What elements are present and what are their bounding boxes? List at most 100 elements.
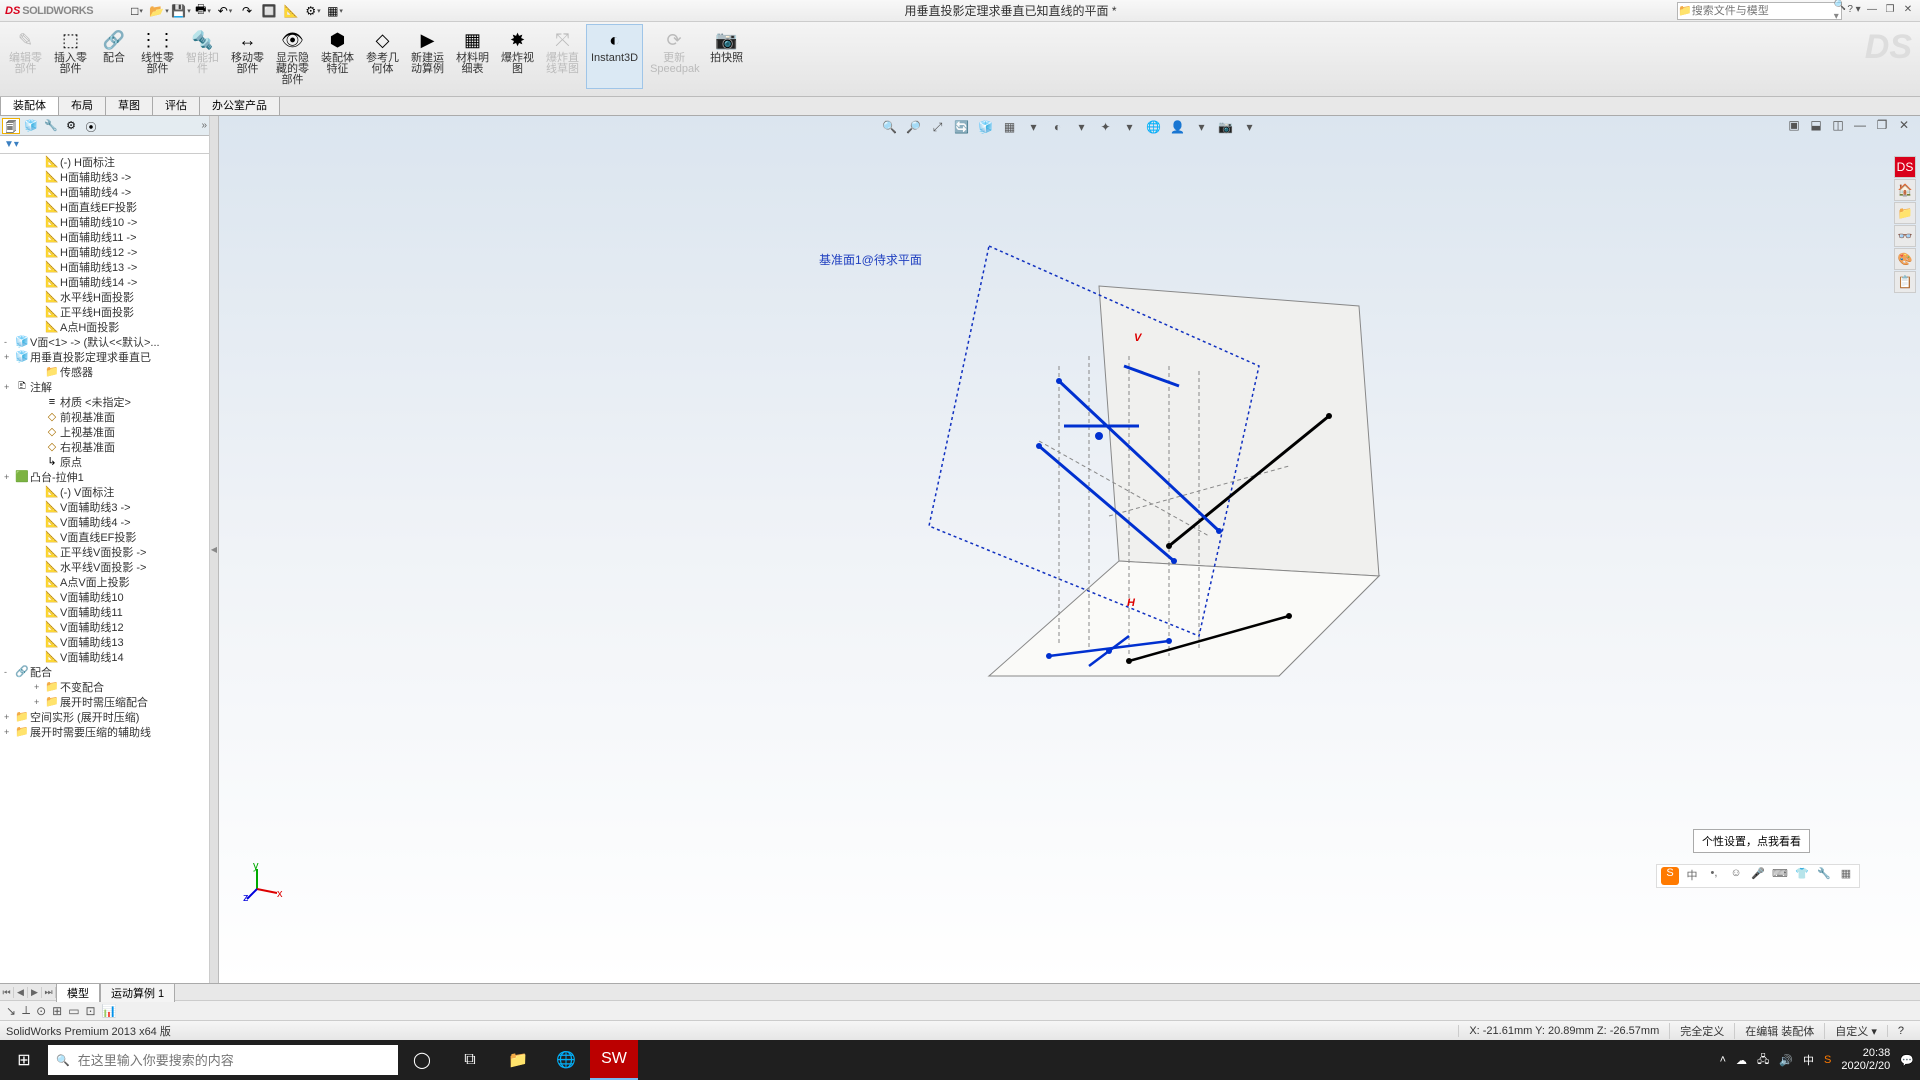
cm-tab-3[interactable]: 评估 — [152, 94, 200, 115]
tree-node[interactable]: 📐(-) V面标注 — [0, 484, 209, 499]
system-tray[interactable]: ˄ ☁ 🖧 🔊 中 S 20:38 2020/2/20 💬 — [1720, 1047, 1920, 1073]
tree-node[interactable]: 📐V面辅助线11 — [0, 604, 209, 619]
tree-node[interactable]: 📁传感器 — [0, 364, 209, 379]
ribbon-bom[interactable]: ▦材料明细表 — [451, 24, 494, 89]
view-btn-14[interactable]: 📷 — [1216, 120, 1236, 138]
qat-undo[interactable]: ↶ — [216, 2, 234, 20]
view-btn-9[interactable]: ✦ — [1096, 120, 1116, 138]
tree-node[interactable]: +🗈注解 — [0, 379, 209, 394]
view-btn-6[interactable]: ▾ — [1024, 120, 1044, 138]
tree-node[interactable]: +📁空间实形 (展开时压缩) — [0, 709, 209, 724]
expand-icon[interactable]: - — [4, 337, 14, 347]
vp-single-icon[interactable]: ▣ — [1784, 118, 1804, 136]
taskpane-library-icon[interactable]: 🏠 — [1894, 179, 1916, 201]
ribbon-exploded-view[interactable]: ✸爆炸视图 — [496, 24, 539, 89]
snap-5-icon[interactable]: ▭ — [68, 1004, 79, 1018]
tab-model[interactable]: 模型 — [56, 983, 100, 1002]
ribbon-snapshot[interactable]: 📷拍快照 — [705, 24, 748, 89]
fm-tab-display[interactable]: ⦿ — [82, 118, 100, 134]
ime-skin-icon[interactable]: 👕 — [1793, 867, 1811, 885]
tree-node[interactable]: 📐H面辅助线3 -> — [0, 169, 209, 184]
tab-prev-icon[interactable]: ◀ — [14, 987, 28, 998]
tree-node[interactable]: +🟩凸台-拉伸1 — [0, 469, 209, 484]
view-btn-3[interactable]: 🔄 — [952, 120, 972, 138]
ribbon-move-component[interactable]: ↔移动零部件 — [226, 24, 269, 89]
tree-node[interactable]: +📁展开时需压缩配合 — [0, 694, 209, 709]
tab-motion-study[interactable]: 运动算例 1 — [100, 983, 175, 1002]
tree-node[interactable]: 📐(-) H面标注 — [0, 154, 209, 169]
taskpane-view-icon[interactable]: 👓 — [1894, 225, 1916, 247]
snap-7-icon[interactable]: 📊 — [102, 1004, 117, 1018]
tree-node[interactable]: 📐H面辅助线10 -> — [0, 214, 209, 229]
cm-tab-2[interactable]: 草图 — [105, 94, 153, 115]
ribbon-new-motion[interactable]: ▶新建运动算例 — [406, 24, 449, 89]
view-btn-4[interactable]: 🧊 — [976, 120, 996, 138]
qat-save[interactable]: 💾 — [172, 2, 190, 20]
view-btn-1[interactable]: 🔎 — [904, 120, 924, 138]
tree-node[interactable]: 📐V面直线EF投影 — [0, 529, 209, 544]
feature-tree[interactable]: 📐(-) H面标注📐H面辅助线3 ->📐H面辅助线4 ->📐H面直线EF投影📐H… — [0, 154, 209, 983]
windows-taskbar[interactable]: ⊞ 🔍 ◯ ⧉ 📁 🌐 SW ˄ ☁ 🖧 🔊 中 S 20:38 2020/2/… — [0, 1040, 1920, 1080]
ribbon-insert-component[interactable]: ⬚插入零部件 — [49, 24, 92, 89]
view-btn-7[interactable]: ◐ — [1048, 120, 1068, 138]
windows-search-input[interactable] — [78, 1053, 390, 1068]
notification-icon[interactable]: 💬 — [1900, 1054, 1914, 1067]
expand-icon[interactable]: - — [4, 667, 14, 677]
tree-node[interactable]: ◇前视基准面 — [0, 409, 209, 424]
minimize-button[interactable]: — — [1864, 4, 1880, 18]
tree-node[interactable]: 📐A点V面上投影 — [0, 574, 209, 589]
fm-filter-bar[interactable]: ▼▾ — [0, 136, 209, 154]
cm-tab-4[interactable]: 办公室产品 — [199, 94, 280, 115]
solidworks-taskbar-icon[interactable]: SW — [590, 1040, 638, 1080]
view-btn-8[interactable]: ▾ — [1072, 120, 1092, 138]
fm-expand-icon[interactable]: » — [201, 120, 207, 131]
qat-new[interactable]: □ — [128, 2, 146, 20]
view-btn-5[interactable]: ▦ — [1000, 120, 1020, 138]
search-box[interactable]: 📁 🔍▾ — [1677, 2, 1842, 20]
tree-node[interactable]: 📐H面辅助线12 -> — [0, 244, 209, 259]
ribbon-assembly-feature[interactable]: ⬢装配体特征 — [316, 24, 359, 89]
tree-node[interactable]: ◇上视基准面 — [0, 424, 209, 439]
tree-node[interactable]: ↳原点 — [0, 454, 209, 469]
expand-icon[interactable]: + — [34, 682, 44, 692]
expand-icon[interactable]: + — [4, 382, 14, 392]
snap-2-icon[interactable]: ⟂ — [22, 1003, 30, 1018]
search-icon[interactable]: 🔍▾ — [1834, 0, 1846, 22]
tree-node[interactable]: 📐H面辅助线11 -> — [0, 229, 209, 244]
tree-node[interactable]: -🔗配合 — [0, 664, 209, 679]
model-viewport[interactable]: V H — [569, 206, 1569, 766]
expand-icon[interactable]: + — [4, 352, 14, 362]
view-btn-10[interactable]: ▾ — [1120, 120, 1140, 138]
view-btn-13[interactable]: ▾ — [1192, 120, 1212, 138]
ime-floating-toolbar[interactable]: S 中 •, ☺ 🎤 ⌨ 👕 🔧 ▦ — [1656, 864, 1860, 888]
tray-ime-icon[interactable]: 中 — [1803, 1052, 1814, 1068]
task-view-icon[interactable]: ⧉ — [446, 1040, 494, 1080]
tree-node[interactable]: 📐V面辅助线10 — [0, 589, 209, 604]
ime-menu-icon[interactable]: ▦ — [1837, 867, 1855, 885]
panel-collapse-handle[interactable] — [210, 116, 219, 983]
ribbon-mate[interactable]: 🔗配合 — [94, 24, 134, 89]
qat-select[interactable]: 🔲 — [260, 2, 278, 20]
tree-node[interactable]: 📐V面辅助线14 — [0, 649, 209, 664]
tree-node[interactable]: 📐H面辅助线13 -> — [0, 259, 209, 274]
filter-icon[interactable]: ▼▾ — [4, 139, 19, 150]
tree-node[interactable]: 📐H面辅助线4 -> — [0, 184, 209, 199]
vp-max-icon[interactable]: ❐ — [1872, 118, 1892, 136]
qat-view[interactable]: ▦ — [326, 2, 344, 20]
tray-network-icon[interactable]: 🖧 — [1757, 1051, 1769, 1070]
browser-icon[interactable]: 🌐 — [542, 1040, 590, 1080]
tree-node[interactable]: 📐水平线V面投影 -> — [0, 559, 209, 574]
expand-icon[interactable]: + — [4, 712, 14, 722]
qat-rebuild[interactable]: 📐 — [282, 2, 300, 20]
tree-node[interactable]: 📐H面辅助线14 -> — [0, 274, 209, 289]
taskpane-property-icon[interactable]: 📋 — [1894, 271, 1916, 293]
taskpane-explorer-icon[interactable]: 📁 — [1894, 202, 1916, 224]
tree-node[interactable]: 📐H面直线EF投影 — [0, 199, 209, 214]
sogou-icon[interactable]: S — [1661, 867, 1679, 885]
ime-emoji-icon[interactable]: ☺ — [1727, 867, 1745, 885]
tree-node[interactable]: +📁不变配合 — [0, 679, 209, 694]
taskpane-appearance-icon[interactable]: 🎨 — [1894, 248, 1916, 270]
windows-search-box[interactable]: 🔍 — [48, 1045, 398, 1075]
tree-node[interactable]: ≡材质 <未指定> — [0, 394, 209, 409]
graphics-area[interactable]: 🔍🔎⤢🔄🧊▦▾◐▾✦▾🌐👤▾📷▾ ▣ ⬓ ◫ — ❐ ✕ 基准面1@待求平面 — [219, 116, 1920, 983]
